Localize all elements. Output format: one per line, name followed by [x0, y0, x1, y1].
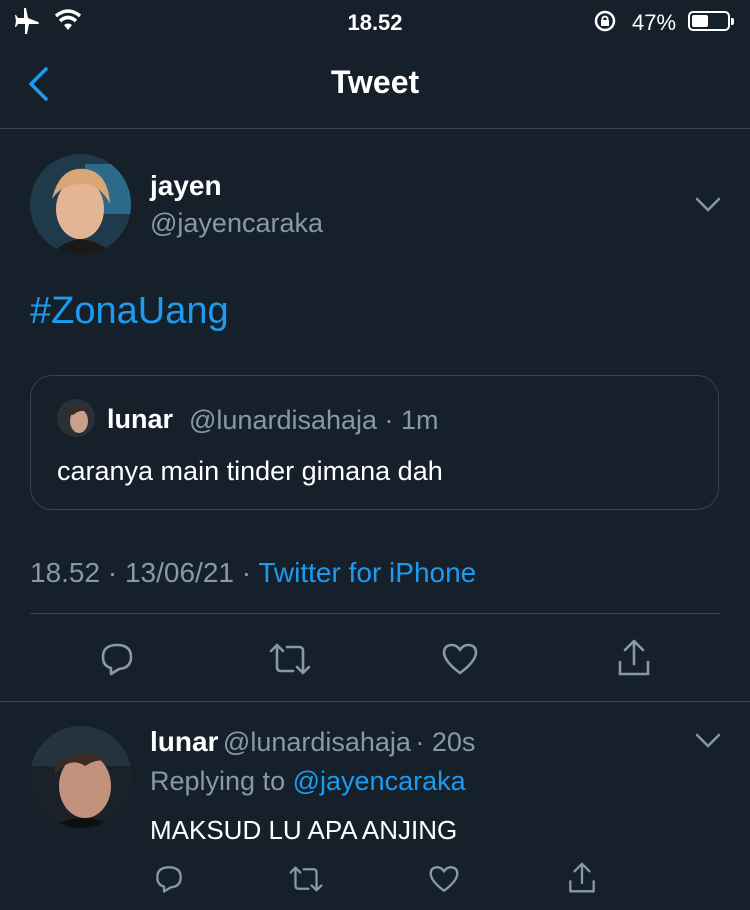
heart-icon [442, 643, 478, 675]
chevron-down-icon [695, 197, 721, 212]
page-title: Tweet [330, 64, 420, 100]
chevron-down-icon [695, 733, 721, 748]
reply-avatar[interactable] [30, 726, 132, 828]
reply-time: · 20s [415, 727, 476, 757]
nav-divider [0, 128, 750, 129]
reply-menu-button[interactable] [694, 732, 722, 755]
reply-retweet-button[interactable] [287, 862, 325, 896]
battery-icon [688, 11, 734, 31]
replying-to: Replying to @jayencaraka [150, 766, 466, 797]
reply-reply-button[interactable] [152, 862, 186, 896]
battery-percent: 47% [632, 10, 677, 35]
replying-label: Replying to [150, 766, 286, 796]
status-bar: 18.52 47% [0, 0, 750, 42]
retweet-icon [289, 866, 323, 892]
share-button[interactable] [613, 636, 655, 680]
reply-icon [101, 643, 133, 676]
battery-fill [692, 15, 708, 27]
share-icon [618, 639, 650, 676]
avatar[interactable] [30, 154, 131, 255]
share-icon [569, 862, 595, 893]
meta-divider [30, 613, 720, 614]
tweet-meta: 18.52 · 13/06/21 · Twitter for iPhone [30, 557, 476, 589]
author-name[interactable]: jayen [150, 170, 222, 202]
heart-icon [429, 866, 459, 892]
tweet-menu-button[interactable] [694, 196, 722, 219]
like-button[interactable] [439, 638, 481, 680]
meta-separator: · [107, 557, 118, 588]
rotation-lock-icon [593, 9, 617, 39]
quoted-time: · 1m [384, 405, 439, 435]
quoted-tweet[interactable]: lunar @lunardisahaja · 1m caranya main t… [30, 375, 719, 510]
reply-like-button[interactable] [427, 862, 461, 896]
reply-button[interactable] [96, 638, 138, 680]
tweet-time: 18.52 [30, 557, 101, 588]
retweet-icon [269, 643, 311, 675]
reply-share-button[interactable] [565, 860, 599, 896]
reply-header: lunar @lunardisahaja · 20s [150, 726, 475, 758]
reply-author-name[interactable]: lunar [150, 726, 218, 757]
tweet-source-link[interactable]: Twitter for iPhone [258, 557, 476, 588]
quoted-avatar [57, 399, 95, 437]
action-divider [0, 701, 750, 702]
replying-handle-link[interactable]: @jayencaraka [293, 766, 466, 796]
tweet-date: 13/06/21 [124, 557, 234, 588]
quoted-author-name: lunar [107, 404, 174, 434]
hashtag-link[interactable]: #ZonaUang [30, 290, 229, 333]
author-handle[interactable]: @jayencaraka [150, 208, 323, 239]
quoted-text: caranya main tinder gimana dah [57, 456, 443, 486]
reply-text: MAKSUD LU APA ANJING [150, 815, 458, 845]
reply-author-handle[interactable]: @lunardisahaja [223, 727, 411, 757]
reply-icon [156, 866, 182, 893]
quoted-author-handle: @lunardisahaja · 1m [189, 405, 439, 436]
retweet-button[interactable] [267, 638, 313, 680]
meta-separator: · [241, 557, 252, 588]
quoted-handle-text: @lunardisahaja [189, 405, 378, 435]
